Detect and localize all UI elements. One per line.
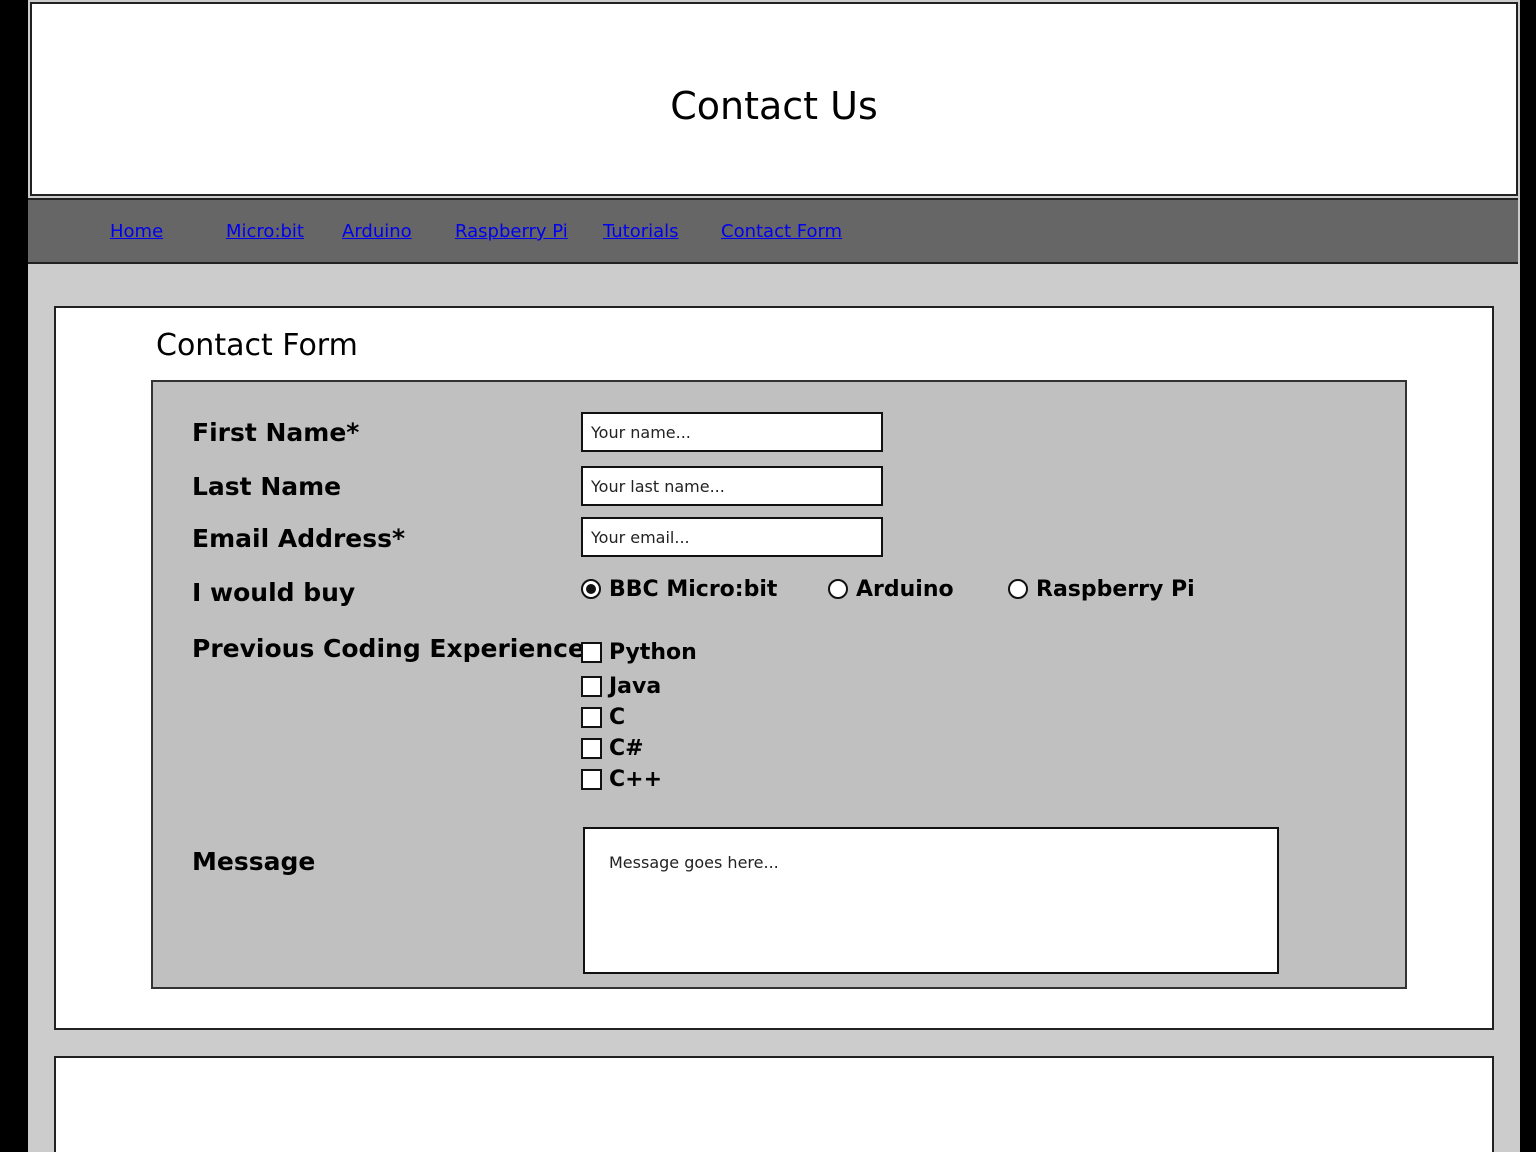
radio-arduino[interactable]: Arduino (828, 575, 954, 603)
radio-label-raspberry-pi: Raspberry Pi (1036, 576, 1195, 602)
checkbox-label-csharp: C# (609, 735, 644, 761)
radio-raspberry-pi[interactable]: Raspberry Pi (1008, 575, 1195, 603)
email-input[interactable] (581, 517, 883, 557)
nav-link-tutorials[interactable]: Tutorials (603, 221, 679, 242)
nav-link-arduino[interactable]: Arduino (342, 221, 412, 242)
checkbox-icon (581, 675, 602, 697)
checkbox-icon (581, 737, 602, 759)
checkbox-csharp[interactable]: C# (581, 734, 644, 762)
checkbox-label-c: C (609, 704, 626, 730)
nav-link-home[interactable]: Home (110, 221, 163, 242)
page-header: Contact Us (30, 2, 1518, 196)
page-title: Contact Us (670, 84, 878, 128)
buy-label: I would buy (192, 578, 356, 607)
checkbox-label-java: Java (609, 673, 662, 699)
page-frame: Contact Us Home Micro:bit Arduino Raspbe… (28, 0, 1520, 1152)
checkbox-label-python: Python (609, 639, 697, 665)
nav-link-raspberry-pi[interactable]: Raspberry Pi (455, 221, 568, 242)
email-label: Email Address* (192, 524, 406, 553)
radio-label-arduino: Arduino (856, 576, 954, 602)
last-name-input[interactable] (581, 466, 883, 506)
form-title: Contact Form (156, 328, 358, 363)
checkbox-icon (581, 706, 602, 728)
contact-form: First Name* Last Name Email Address* I w… (151, 380, 1407, 989)
radio-selected-icon (581, 579, 601, 599)
radio-unselected-icon (1008, 579, 1028, 599)
content-panel: Contact Form First Name* Last Name Email… (54, 306, 1494, 1030)
last-name-label: Last Name (192, 472, 342, 501)
nav-link-contact-form[interactable]: Contact Form (721, 221, 842, 242)
checkbox-icon (581, 768, 602, 790)
nav-bar: Home Micro:bit Arduino Raspberry Pi Tuto… (28, 198, 1518, 264)
radio-unselected-icon (828, 579, 848, 599)
nav-link-microbit[interactable]: Micro:bit (226, 221, 304, 242)
checkbox-java[interactable]: Java (581, 672, 661, 700)
footer-panel (54, 1056, 1494, 1152)
checkbox-c[interactable]: C (581, 703, 625, 731)
checkbox-icon (581, 641, 602, 663)
first-name-input[interactable] (581, 412, 883, 452)
radio-bbc-microbit[interactable]: BBC Micro:bit (581, 575, 777, 603)
experience-label: Previous Coding Experience (192, 634, 585, 663)
radio-label-bbc-microbit: BBC Micro:bit (609, 576, 778, 602)
checkbox-cpp[interactable]: C++ (581, 765, 662, 793)
first-name-label: First Name* (192, 418, 360, 447)
checkbox-label-cpp: C++ (609, 766, 663, 792)
message-textarea[interactable] (583, 827, 1279, 974)
checkbox-python[interactable]: Python (581, 638, 697, 666)
message-label: Message (192, 847, 316, 876)
